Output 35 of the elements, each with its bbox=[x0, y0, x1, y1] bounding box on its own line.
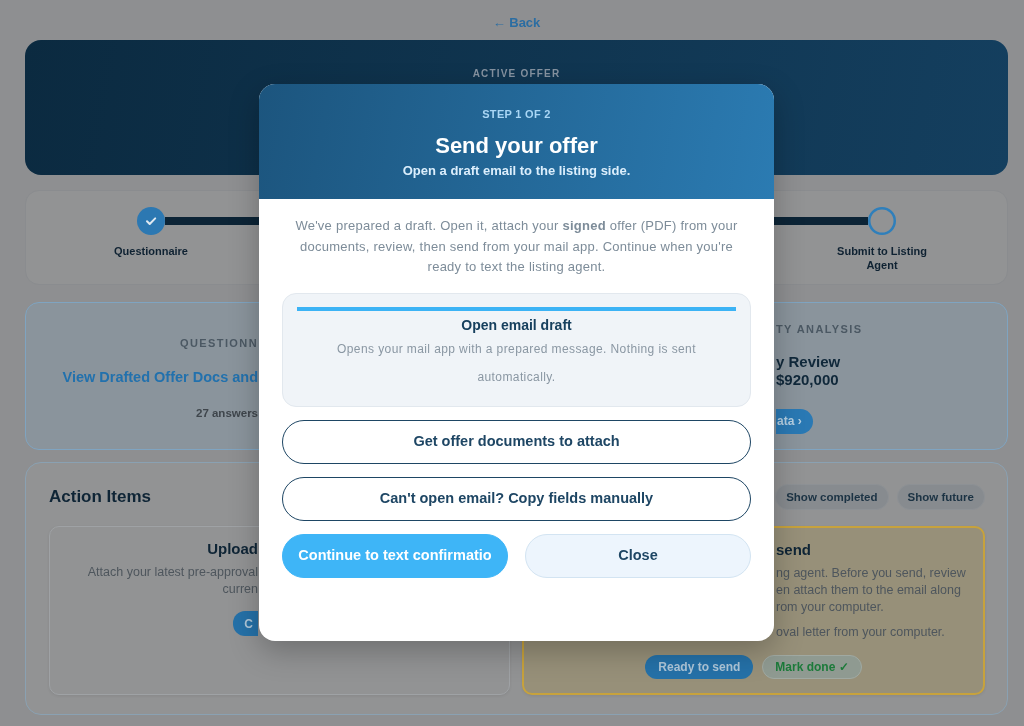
modal-subtitle: Open a draft email to the listing side. bbox=[401, 162, 632, 180]
filter-chip[interactable]: Show completed bbox=[775, 484, 889, 510]
card-title: $920,000 bbox=[776, 371, 840, 389]
option-description: Opens your mail app with a prepared message. Nothing is sent automatically. bbox=[336, 340, 697, 386]
task-description: rom your computer. bbox=[776, 598, 885, 616]
card-label: TY ANALYSIS bbox=[776, 322, 864, 337]
card-link[interactable]: View Drafted Offer Docs and bbox=[62, 367, 258, 387]
task-description: Attach your latest pre-approval bbox=[86, 563, 258, 581]
primary-button[interactable]: Ready to send bbox=[645, 655, 754, 679]
card-title: y Review bbox=[776, 353, 842, 371]
modal-message: We've prepared a draft. Open it, attach your signed offer (PDF) from your documents, review, then send from your mail app. Continue when you're ready to text the listing agent. bbox=[294, 217, 739, 276]
task-description: en attach them to the email along bbox=[776, 581, 962, 599]
option-title: Open email draft bbox=[460, 315, 573, 335]
answer-count: 27 answers bbox=[195, 406, 258, 421]
continue-button[interactable]: Continue to text confirmatio bbox=[282, 533, 508, 578]
mark-done-button[interactable]: Mark done ✓ bbox=[762, 655, 862, 679]
step-label: Submit to Listing Agent bbox=[836, 244, 928, 272]
task-description: ng agent. Before you send, review bbox=[776, 564, 967, 582]
outline-button[interactable]: Can't open email? Copy fields manually bbox=[282, 476, 751, 521]
section-label: ACTIVE OFFER bbox=[472, 67, 561, 81]
section-title: Action Items bbox=[49, 486, 152, 508]
card-label: QUESTIONN bbox=[179, 336, 258, 351]
close-button[interactable]: Close bbox=[525, 533, 751, 578]
task-title: send bbox=[776, 540, 812, 560]
task-note: oval letter from your computer. bbox=[776, 623, 946, 641]
modal-title: Send your offer bbox=[434, 132, 599, 160]
details-button[interactable]: ata › bbox=[776, 409, 813, 434]
step-indicator: STEP 1 OF 2 bbox=[481, 107, 552, 122]
primary-button[interactable]: C bbox=[233, 611, 258, 636]
back-link[interactable]: ← Back bbox=[492, 15, 541, 30]
task-title: Upload bbox=[206, 539, 258, 559]
filter-chip[interactable]: Show future bbox=[896, 484, 985, 510]
outline-button[interactable]: Get offer documents to attach bbox=[282, 419, 751, 464]
step-label: Questionnaire bbox=[114, 244, 188, 258]
task-description: curren bbox=[221, 580, 258, 598]
